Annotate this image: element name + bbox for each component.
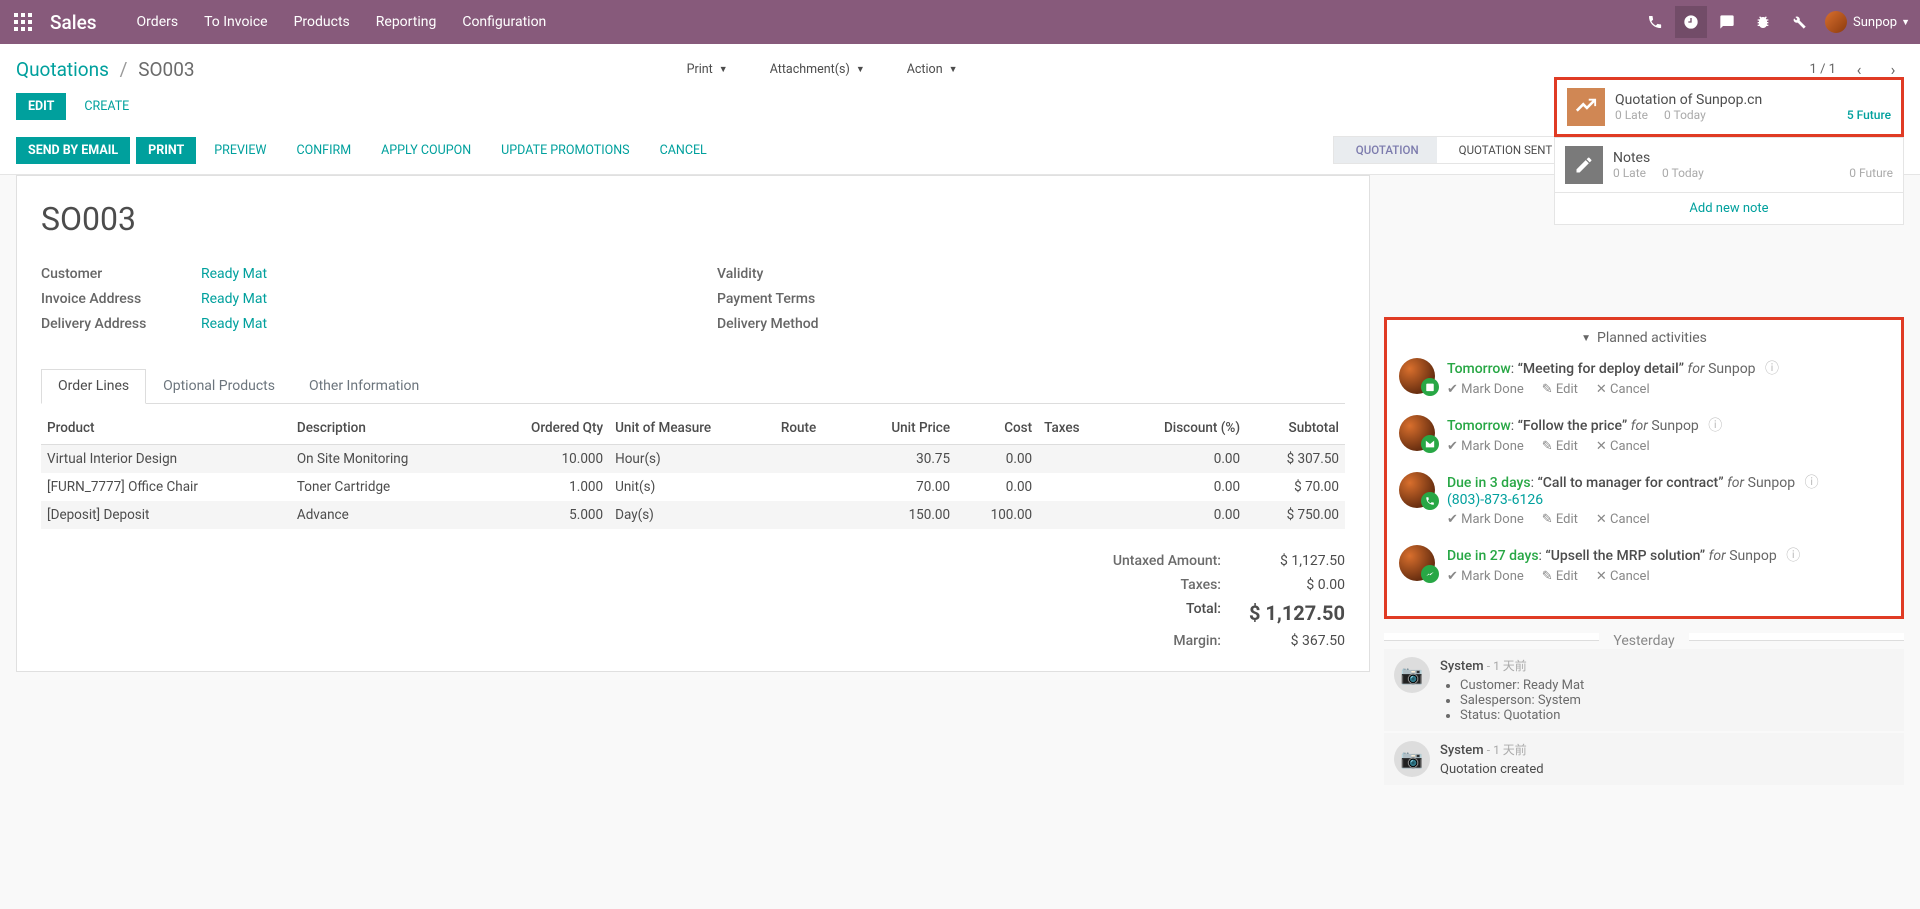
create-button[interactable]: CREATE — [72, 93, 141, 120]
avatar — [1825, 11, 1847, 33]
table-row[interactable]: [Deposit] DepositAdvance5.000Day(s)150.0… — [41, 501, 1345, 529]
apply-coupon-button[interactable]: APPLY COUPON — [369, 137, 483, 164]
nav-link-products[interactable]: Products — [294, 14, 350, 30]
future-count: 5 Future — [1847, 108, 1891, 122]
activities-panel: ▼Planned activities Tomorrow: “Meeting f… — [1384, 317, 1904, 619]
attachments-dropdown[interactable]: Attachment(s)▼ — [758, 56, 877, 83]
nav-link-reporting[interactable]: Reporting — [376, 14, 437, 30]
status-step-quotation-sent[interactable]: QUOTATION SENT — [1437, 136, 1571, 164]
breadcrumb-current: SO003 — [138, 58, 194, 81]
action-dropdown[interactable]: Action▼ — [895, 56, 970, 83]
clock-icon[interactable] — [1675, 6, 1707, 38]
totals: Untaxed Amount:$ 1,127.50 Taxes:$ 0.00 T… — [1065, 549, 1345, 653]
confirm-button[interactable]: CONFIRM — [285, 137, 364, 164]
bug-icon[interactable] — [1747, 6, 1779, 38]
camera-icon: 📷 — [1394, 741, 1430, 777]
card-title: Quotation of Sunpop.cn — [1615, 92, 1891, 108]
activity-avatar — [1399, 415, 1435, 451]
activity-avatar — [1399, 545, 1435, 581]
calendar-icon — [1421, 378, 1439, 396]
chat-icon[interactable] — [1711, 6, 1743, 38]
breadcrumb-root[interactable]: Quotations — [16, 58, 109, 81]
cancel-activity-button[interactable]: ✕ Cancel — [1596, 512, 1650, 527]
edit-activity-button[interactable]: ✎ Edit — [1542, 569, 1578, 584]
field-customer[interactable]: Ready Mat — [201, 266, 267, 282]
mark-done-button[interactable]: ✔ Mark Done — [1447, 569, 1524, 584]
order-lines-table: ProductDescriptionOrdered QtyUnit of Mea… — [41, 412, 1345, 529]
tab-order-lines[interactable]: Order Lines — [41, 369, 146, 404]
tab-other-information[interactable]: Other Information — [292, 369, 436, 403]
margin-amount: $ 367.50 — [1245, 633, 1345, 649]
phone-icon — [1421, 492, 1439, 510]
edit-button[interactable]: EDIT — [16, 93, 66, 120]
breadcrumb: Quotations / SO003 — [16, 58, 195, 81]
nav-link-configuration[interactable]: Configuration — [462, 14, 546, 30]
send-email-button[interactable]: SEND BY EMAIL — [16, 137, 130, 164]
print-dropdown[interactable]: Print▼ — [675, 56, 740, 83]
untaxed-amount: $ 1,127.50 — [1245, 553, 1345, 569]
edit-activity-button[interactable]: ✎ Edit — [1542, 439, 1578, 454]
cancel-activity-button[interactable]: ✕ Cancel — [1596, 439, 1650, 454]
activity-item: Due in 3 days: “Call to manager for cont… — [1399, 470, 1889, 529]
cancel-button[interactable]: CANCEL — [648, 137, 719, 164]
top-navbar: Sales Orders To Invoice Products Reporting C… — [0, 0, 1920, 44]
form-sheet: SO003 CustomerReady MatInvoice AddressRe… — [16, 175, 1370, 672]
nav-link-orders[interactable]: Orders — [137, 14, 179, 30]
apps-icon[interactable] — [10, 9, 36, 35]
taxes-amount: $ 0.00 — [1245, 577, 1345, 593]
tabs: Order LinesOptional ProductsOther Inform… — [41, 369, 1345, 404]
quotation-card[interactable]: Quotation of Sunpop.cn 0 Late 0 Today 5 … — [1554, 77, 1904, 137]
preview-button[interactable]: PREVIEW — [202, 137, 278, 164]
activity-item: Due in 27 days: “Upsell the MRP solution… — [1399, 543, 1889, 586]
nav-link-to-invoice[interactable]: To Invoice — [204, 14, 268, 30]
log-entry: 📷System - 1 天前Quotation created — [1384, 733, 1904, 785]
cancel-activity-button[interactable]: ✕ Cancel — [1596, 382, 1650, 397]
table-row[interactable]: Virtual Interior DesignOn Site Monitorin… — [41, 445, 1345, 474]
notes-card[interactable]: Notes 0 Late 0 Today 0 Future — [1554, 137, 1904, 193]
user-name: Sunpop — [1853, 15, 1897, 30]
camera-icon: 📷 — [1394, 657, 1430, 693]
chatter-sidebar: Quotation of Sunpop.cn 0 Late 0 Today 5 … — [1384, 175, 1904, 787]
activity-item: Tomorrow: “Meeting for deploy detail” fo… — [1399, 356, 1889, 399]
total-amount: $ 1,127.50 — [1245, 601, 1345, 625]
note-icon — [1565, 146, 1603, 184]
tab-optional-products[interactable]: Optional Products — [146, 369, 292, 403]
activity-avatar — [1399, 358, 1435, 394]
pager-text: 1 / 1 — [1810, 62, 1836, 77]
user-menu[interactable]: Sunpop ▼ — [1825, 11, 1910, 33]
edit-activity-button[interactable]: ✎ Edit — [1542, 512, 1578, 527]
table-row[interactable]: [FURN_7777] Office ChairToner Cartridge1… — [41, 473, 1345, 501]
add-note-button[interactable]: Add new note — [1554, 193, 1904, 225]
field-delivery-address[interactable]: Ready Mat — [201, 316, 267, 332]
mark-done-button[interactable]: ✔ Mark Done — [1447, 512, 1524, 527]
activities-header[interactable]: ▼Planned activities — [1399, 330, 1889, 346]
log-entry: 📷System - 1 天前Customer: Ready MatSalespe… — [1384, 649, 1904, 731]
print-button[interactable]: PRINT — [136, 137, 196, 164]
mail-icon — [1421, 435, 1439, 453]
tools-icon[interactable] — [1783, 6, 1815, 38]
activity-avatar — [1399, 472, 1435, 508]
mark-done-button[interactable]: ✔ Mark Done — [1447, 439, 1524, 454]
activity-phone[interactable]: (803)-873-6126 — [1447, 492, 1889, 508]
phone-icon[interactable] — [1639, 6, 1671, 38]
cancel-activity-button[interactable]: ✕ Cancel — [1596, 569, 1650, 584]
mark-done-button[interactable]: ✔ Mark Done — [1447, 382, 1524, 397]
so-title: SO003 — [41, 200, 1345, 238]
chart-icon — [1567, 88, 1605, 126]
update-promotions-button[interactable]: UPDATE PROMOTIONS — [489, 137, 641, 164]
field-invoice-address[interactable]: Ready Mat — [201, 291, 267, 307]
status-step-quotation[interactable]: QUOTATION — [1333, 136, 1437, 164]
chart-icon — [1421, 565, 1439, 583]
app-brand[interactable]: Sales — [50, 11, 97, 34]
activity-item: Tomorrow: “Follow the price” for Sunpop … — [1399, 413, 1889, 456]
edit-activity-button[interactable]: ✎ Edit — [1542, 382, 1578, 397]
day-separator: Yesterday — [1384, 633, 1904, 641]
